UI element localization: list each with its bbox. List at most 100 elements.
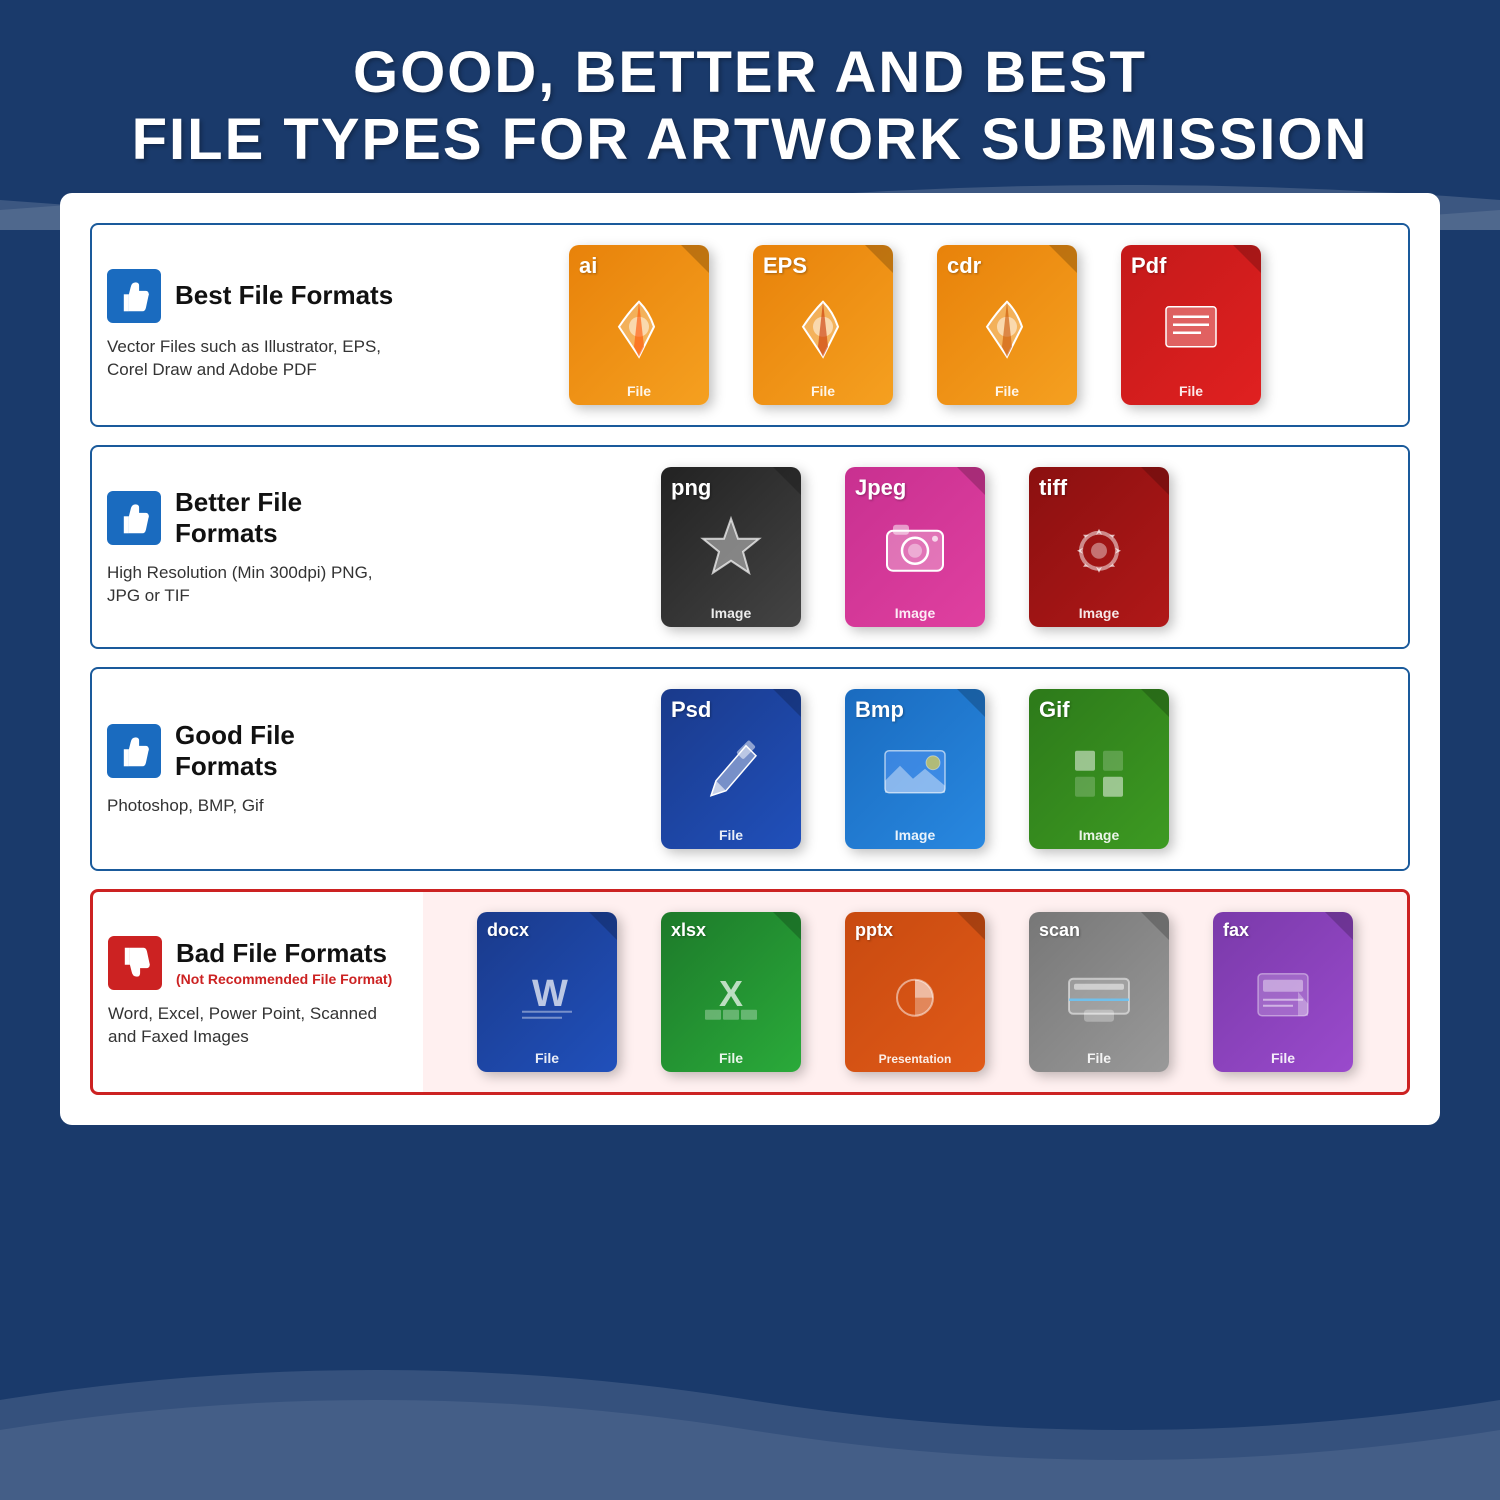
pdf-file-icon: Pdf File <box>1111 245 1271 405</box>
best-label-title: Best File Formats <box>175 280 393 311</box>
psd-icon-graphic <box>691 731 771 816</box>
docx-word-svg: W <box>507 954 587 1034</box>
thumbs-down-icon <box>118 946 152 980</box>
pptx-ext-label: pptx <box>855 920 893 941</box>
eps-icon-graphic <box>783 287 863 372</box>
fax-icon-graphic <box>1243 954 1323 1039</box>
ai-bottom-label: File <box>569 383 709 399</box>
png-icon-graphic <box>691 509 771 594</box>
good-thumbs-up-icon <box>117 734 151 768</box>
better-icons-area: png Image Jpeg <box>422 447 1408 647</box>
pptx-bottom-label: Presentation <box>845 1052 985 1066</box>
bad-format-row: Bad File Formats (Not Recommended File F… <box>90 889 1410 1095</box>
cdr-bottom-label: File <box>937 383 1077 399</box>
jpeg-ext-label: Jpeg <box>855 475 906 501</box>
psd-ext-label: Psd <box>671 697 711 723</box>
gif-bottom-label: Image <box>1029 827 1169 843</box>
bmp-bottom-label: Image <box>845 827 985 843</box>
gif-file-icon: Gif Image <box>1019 689 1179 849</box>
pptx-ppt-svg <box>875 954 955 1034</box>
pdf-file-card: Pdf File <box>1121 245 1261 405</box>
tiff-file-card: tiff <box>1029 467 1169 627</box>
eps-bottom-label: File <box>753 383 893 399</box>
ai-file-icon: ai File <box>559 245 719 405</box>
better-thumb-icon <box>107 491 161 545</box>
bad-label-subtitle: (Not Recommended File Format) <box>176 971 392 987</box>
xlsx-file-icon: xlsx X File <box>651 912 811 1072</box>
bmp-file-icon: Bmp Image <box>835 689 995 849</box>
psd-file-icon: Psd File <box>651 689 811 849</box>
cdr-file-card: cdr File <box>937 245 1077 405</box>
fax-ext-label: fax <box>1223 920 1249 941</box>
gif-ext-label: Gif <box>1039 697 1070 723</box>
fax-file-icon: fax File <box>1203 912 1363 1072</box>
scan-ext-label: scan <box>1039 920 1080 941</box>
bad-label-area: Bad File Formats (Not Recommended File F… <box>93 916 423 1070</box>
pdf-ext-label: Pdf <box>1131 253 1166 279</box>
xlsx-bottom-label: File <box>661 1050 801 1066</box>
gif-icon-graphic <box>1059 731 1139 816</box>
bmp-ext-label: Bmp <box>855 697 904 723</box>
tiff-icon-graphic <box>1059 509 1139 594</box>
cdr-pen-svg <box>967 287 1047 367</box>
png-star-svg <box>691 509 771 589</box>
header-line2: FILE TYPES FOR ARTWORK SUBMISSION <box>132 107 1369 172</box>
svg-text:X: X <box>719 973 743 1014</box>
bad-label-header: Bad File Formats (Not Recommended File F… <box>108 936 403 990</box>
png-ext-label: png <box>671 475 711 501</box>
content-area: Best File Formats Vector Files such as I… <box>60 193 1440 1125</box>
jpeg-bottom-label: Image <box>845 605 985 621</box>
ai-ext-label: ai <box>579 253 597 279</box>
ai-pen-svg <box>599 287 679 367</box>
ai-file-card: ai File <box>569 245 709 405</box>
pptx-file-icon: pptx Presentation <box>835 912 995 1072</box>
xlsx-excel-svg: X <box>691 954 771 1034</box>
cdr-icon-graphic <box>967 287 1047 372</box>
gif-grid-svg <box>1059 731 1139 811</box>
better-label-title: Better File Formats <box>175 487 402 549</box>
docx-file-card: docx W File <box>477 912 617 1072</box>
fax-file-card: fax File <box>1213 912 1353 1072</box>
better-format-row: Better File Formats High Resolution (Min… <box>90 445 1410 649</box>
scan-icon-graphic <box>1059 954 1139 1039</box>
ai-icon-graphic <box>599 287 679 372</box>
better-label-area: Better File Formats High Resolution (Min… <box>92 467 422 629</box>
good-label-area: Good File Formats Photoshop, BMP, Gif <box>92 700 422 838</box>
gif-file-card: Gif Image <box>1029 689 1169 849</box>
better-label-header: Better File Formats <box>107 487 402 549</box>
jpeg-icon-graphic <box>875 509 955 594</box>
fax-fax-svg <box>1243 954 1323 1034</box>
tiff-bottom-label: Image <box>1029 605 1169 621</box>
psd-bottom-label: File <box>661 827 801 843</box>
good-label-desc: Photoshop, BMP, Gif <box>107 794 402 818</box>
good-icons-area: Psd File Bmp <box>422 669 1408 869</box>
pptx-file-card: pptx Presentation <box>845 912 985 1072</box>
xlsx-file-card: xlsx X File <box>661 912 801 1072</box>
eps-file-card: EPS File <box>753 245 893 405</box>
bmp-landscape-svg <box>875 731 955 811</box>
docx-bottom-label: File <box>477 1050 617 1066</box>
svg-text:W: W <box>532 973 568 1015</box>
cdr-ext-label: cdr <box>947 253 981 279</box>
scan-scanner-svg <box>1059 954 1139 1034</box>
best-label-area: Best File Formats Vector Files such as I… <box>92 249 422 403</box>
good-label-title: Good File Formats <box>175 720 402 782</box>
eps-file-icon: EPS File <box>743 245 903 405</box>
best-label-desc: Vector Files such as Illustrator, EPS, C… <box>107 335 402 383</box>
best-thumb-icon <box>107 269 161 323</box>
header: GOOD, BETTER AND BEST FILE TYPES FOR ART… <box>0 0 1500 193</box>
best-format-row: Best File Formats Vector Files such as I… <box>90 223 1410 427</box>
bmp-icon-graphic <box>875 731 955 816</box>
pdf-icon-graphic <box>1151 287 1231 372</box>
docx-icon-graphic: W <box>507 954 587 1039</box>
docx-file-icon: docx W File <box>467 912 627 1072</box>
thumbs-up-icon <box>117 279 151 313</box>
header-line1: GOOD, BETTER AND BEST <box>353 40 1147 105</box>
best-icons-area: ai File EPS <box>422 225 1408 425</box>
psd-brush-svg <box>691 731 771 811</box>
scan-file-icon: scan File <box>1019 912 1179 1072</box>
pdf-doc-svg <box>1151 287 1231 367</box>
eps-pen-svg <box>783 287 863 367</box>
jpeg-file-icon: Jpeg Image <box>835 467 995 627</box>
bmp-file-card: Bmp Image <box>845 689 985 849</box>
